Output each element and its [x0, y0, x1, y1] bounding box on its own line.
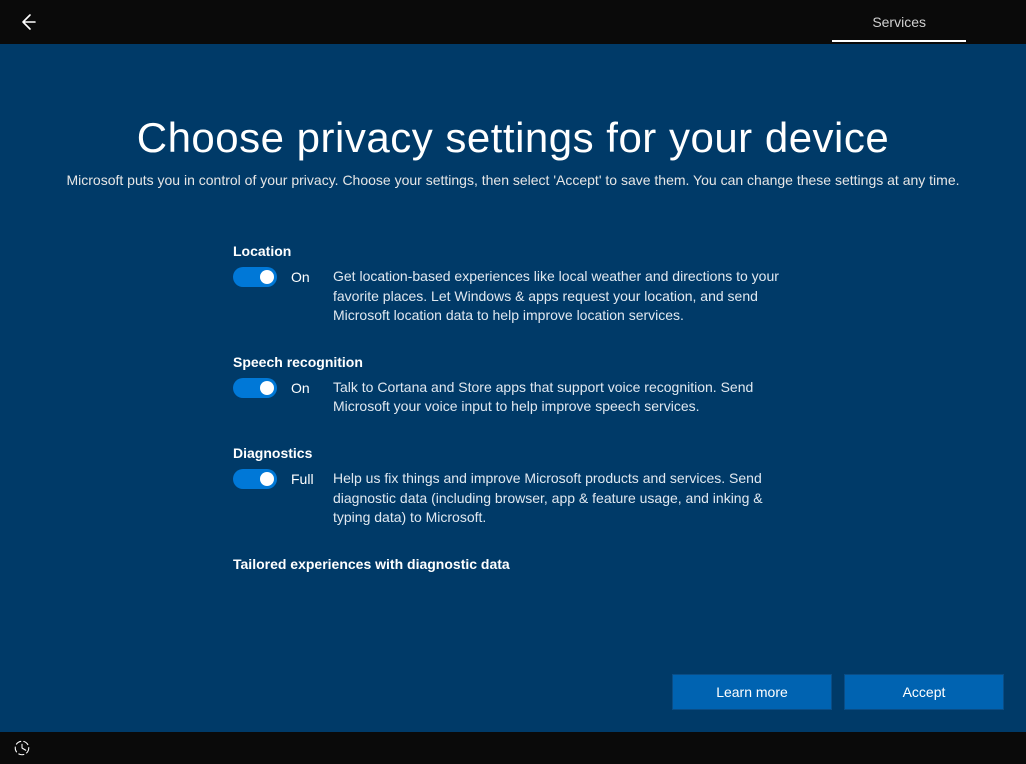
setting-title: Speech recognition	[233, 354, 793, 370]
learn-more-button[interactable]: Learn more	[672, 674, 832, 710]
setting-title: Location	[233, 243, 793, 259]
setting-title: Diagnostics	[233, 445, 793, 461]
setting-diagnostics: Diagnostics Full Help us fix things and …	[233, 445, 793, 528]
setting-location: Location On Get location-based experienc…	[233, 243, 793, 326]
setting-description: Get location-based experiences like loca…	[333, 267, 793, 326]
setting-tailored: Tailored experiences with diagnostic dat…	[233, 556, 793, 572]
settings-list: Location On Get location-based experienc…	[233, 243, 793, 600]
setting-row: On Get location-based experiences like l…	[233, 267, 793, 326]
toggle-group: On	[233, 378, 333, 398]
toggle-knob-icon	[260, 270, 274, 284]
toggle-state-label: Full	[291, 471, 314, 487]
toggle-group: Full	[233, 469, 333, 489]
tab-services[interactable]: Services	[832, 2, 966, 42]
title-bar: Services	[0, 0, 1026, 44]
content-area: Choose privacy settings for your device …	[0, 44, 1026, 732]
toggle-state-label: On	[291, 269, 310, 285]
setting-row: Full Help us fix things and improve Micr…	[233, 469, 793, 528]
setting-row: On Talk to Cortana and Store apps that s…	[233, 378, 793, 417]
back-button[interactable]	[10, 4, 46, 40]
toggle-group: On	[233, 267, 333, 287]
setting-speech: Speech recognition On Talk to Cortana an…	[233, 354, 793, 417]
oobe-window: Services Choose privacy settings for you…	[0, 0, 1026, 764]
toggle-state-label: On	[291, 380, 310, 396]
location-toggle[interactable]	[233, 267, 277, 287]
accept-button[interactable]: Accept	[844, 674, 1004, 710]
arrow-left-icon	[18, 12, 38, 32]
diagnostics-toggle[interactable]	[233, 469, 277, 489]
ease-of-access-button[interactable]	[10, 736, 34, 760]
heading-block: Choose privacy settings for your device …	[0, 114, 1026, 188]
toggle-knob-icon	[260, 472, 274, 486]
setting-description: Help us fix things and improve Microsoft…	[333, 469, 793, 528]
speech-toggle[interactable]	[233, 378, 277, 398]
toggle-knob-icon	[260, 381, 274, 395]
setting-description: Talk to Cortana and Store apps that supp…	[333, 378, 793, 417]
setting-title: Tailored experiences with diagnostic dat…	[233, 556, 793, 572]
accessibility-icon	[13, 739, 31, 757]
bottom-bar	[0, 732, 1026, 764]
page-title: Choose privacy settings for your device	[20, 114, 1006, 162]
footer-buttons: Learn more Accept	[672, 674, 1004, 710]
page-subtitle: Microsoft puts you in control of your pr…	[20, 172, 1006, 188]
